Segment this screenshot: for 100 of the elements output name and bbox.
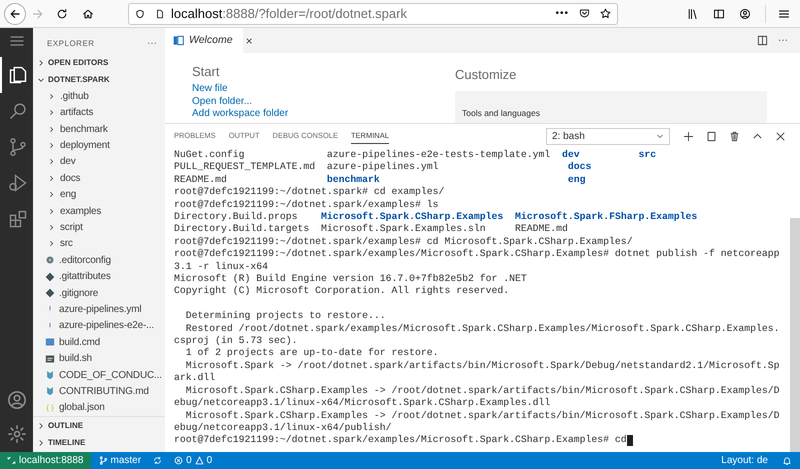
url-text: localhost:8888/?folder=/root/dotnet.spark [171,4,407,23]
reload-icon[interactable] [56,8,68,20]
terminal-line: csproj (in 5.73 sec). [174,335,298,348]
terminal-line: Directory.Build.targets Microsoft.Spark.Examples.sln README.md [174,223,569,236]
more-actions-button[interactable]: ••• [555,6,569,21]
sidebar-icon[interactable] [713,8,725,20]
tree-item[interactable]: build.sh [33,350,165,367]
file-icon [45,354,55,364]
terminal-line: Directory.Build.props Microsoft.Spark.CSharp.Examples Microsoft.Spark.FSharp.Examples [174,211,698,224]
tree-item[interactable]: CONTRIBUTING.md [33,383,165,400]
arrow-left-icon [9,8,21,20]
library-icon[interactable] [687,8,699,20]
terminal-line: Determining projects to restore... [184,310,387,323]
section-title: Start [192,64,220,80]
section-header[interactable]: TIMELINE [33,434,165,451]
terminal-line: 3.1 -r linux-x64 [174,260,270,274]
star-icon[interactable] [600,8,611,19]
settings-icon[interactable] [6,424,26,444]
remote-indicator[interactable]: localhost:8888 [0,452,90,469]
bell-icon[interactable] [782,456,792,466]
address-bar[interactable]: localhost:8888/?folder=/root/dotnet.spark ••• [128,2,618,24]
tree-item[interactable]: benchmark [33,120,165,138]
link[interactable]: Add workspace folder [192,108,288,120]
terminal-line: Microsoft (R) Build Engine version 16.7.0+7fb82e5b2 for .NET [174,273,528,286]
page-icon [155,8,165,18]
warning-icon [194,456,204,465]
terminal-line: README.md benchmark eng [174,174,587,186]
problems-indicator[interactable]: 0 0 [174,453,212,468]
tree-item[interactable]: .github [33,88,165,105]
split-terminal-icon[interactable] [706,130,717,142]
account-icon[interactable] [739,8,751,20]
section-header[interactable]: OUTLINE [33,417,165,434]
chevron-down-icon [656,132,664,140]
plus-icon[interactable] [683,130,694,142]
file-icon [45,370,55,380]
terminal-line: Copyright (C) Microsoft Corporation. All rights reserved. [174,285,510,298]
terminal-line: root@7defc1921199:~/dotnet.spark/examples# cd Microsoft.Spark.CSharp.Examples/ [174,236,634,248]
explorer-title: EXPLORER [47,38,95,50]
split-editor-icon[interactable] [757,35,768,46]
more-actions-button[interactable]: ··· [147,36,157,52]
pocket-icon[interactable] [579,8,590,19]
tree-item[interactable]: build.cmd [33,334,165,350]
terminal-line: PULL_REQUEST_TEMPLATE.md azure-pipelines.yml docs [174,161,592,174]
keyboard-layout-indicator[interactable]: Layout: de [721,453,768,468]
menu-icon[interactable] [778,8,790,20]
shield-icon [135,8,145,18]
tree-item[interactable]: global.json [33,400,165,416]
terminal-line: NuGet.config azure-pipelines-e2e-tests-template.yml dev src [174,149,658,162]
tree-item[interactable]: azure-pipelines.yml [33,301,165,318]
welcome-icon [173,35,184,46]
tree-item[interactable]: deployment [33,137,165,154]
terminal-line: root@7defc1921199:~/dotnet.spark/examples/Microsoft.Spark.CSharp.Examples# dotnet publish -f netcoreapp [174,248,781,261]
close-button[interactable]: × [246,32,253,50]
terminal-line: Microsoft.Spark.CSharp.Examples -> /root/dotnet.spark/artifacts/bin/Microsoft.Spark.CSharp.Examples/D [184,384,781,398]
more-actions-button[interactable]: ··· [778,33,788,48]
tree-item[interactable]: artifacts [33,104,165,121]
file-icon [45,386,55,396]
tree-item[interactable]: .gitattributes [33,268,165,285]
terminal-line: ebug/netcoreapp3.1/linux-x64/publish/ [174,422,393,434]
error-icon [174,456,184,465]
tree-item[interactable]: examples [33,202,165,220]
file-icon [45,337,55,348]
terminal-line: ebug/netcoreapp3.1/linux-x64/Microsoft.Spark.CSharp.Examples.dll [174,397,552,410]
tree-item[interactable]: azure-pipelines-e2e-... [33,318,165,334]
file-icon [45,402,55,413]
section-header[interactable]: DOTNET.SPARK [33,72,165,88]
tree-item[interactable]: script [33,219,165,236]
terminal-line: 1 of 2 projects are up-to-date for restore. [184,347,440,360]
tree-item[interactable]: src [33,236,165,252]
sync-icon[interactable] [153,456,162,465]
back-button[interactable] [4,2,26,24]
terminal-line: root@7defc1921199:~/dotnet.spark# cd examples/ [174,186,446,199]
section-header[interactable]: OPEN EDITORS [33,55,165,72]
terminal-line: ark.dll [174,372,216,385]
remote-icon [7,456,16,465]
tree-item[interactable]: eng [33,186,165,203]
cursor [626,435,633,446]
scrollbar[interactable] [790,218,800,452]
card-title: Tools and languages [462,108,540,118]
tree-item[interactable]: CODE_OF_CONDUC... [33,366,165,384]
link[interactable]: Open folder... [192,96,252,108]
branch-indicator[interactable]: master [98,453,142,468]
terminal-line: Microsoft.Spark.CSharp.Examples -> /root/dotnet.spark/artifacts/bin/Microsoft.Spark.CSharp.Examples/D [184,410,781,422]
close-icon[interactable] [775,130,786,142]
terminal-line: root@7defc1921199:~/dotnet.spark/examples/Microsoft.Spark.CSharp.Examples# cd [174,434,790,447]
branch-icon [98,456,108,465]
link[interactable]: New file [192,83,228,96]
tree-item[interactable]: docs [33,170,165,187]
trash-icon[interactable] [729,130,740,142]
section-title: Customize [455,67,518,83]
file-icon [45,272,55,282]
file-icon [45,288,55,298]
tree-item[interactable]: dev [33,154,165,170]
terminal-line: Restored /root/dotnet.spark/examples/Microsoft.Spark.CSharp.Examples/Microsoft.Spark.CSharp.Examples. [184,322,781,336]
tree-item[interactable]: .editorconfig [33,252,165,268]
terminal-line: root@7defc1921199:~/dotnet.spark/examples# ls [174,198,440,212]
file-icon [45,255,55,266]
tree-item[interactable]: .gitignore [33,284,165,302]
home-icon[interactable] [82,8,94,20]
terminal-dropdown[interactable]: 2: bash [546,128,670,144]
